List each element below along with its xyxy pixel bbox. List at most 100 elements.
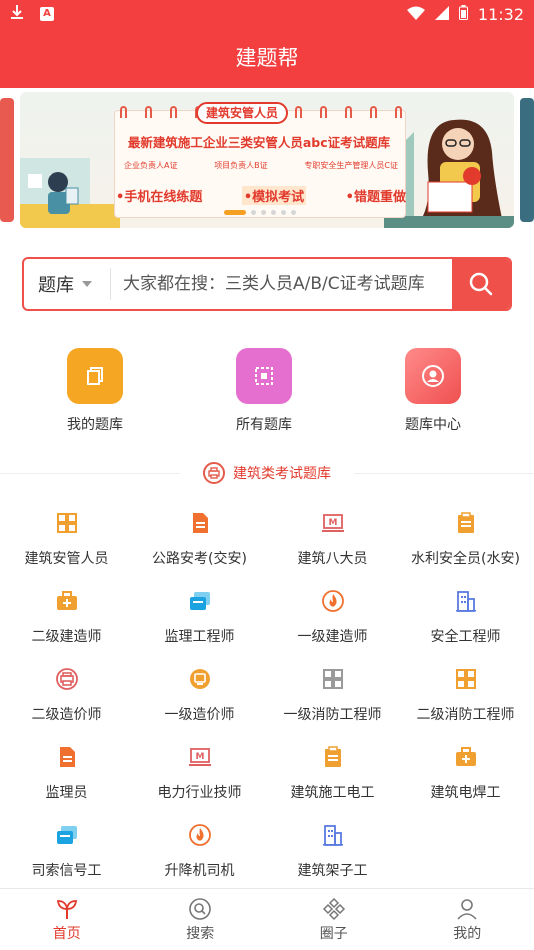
nav-label: 我的 [453, 925, 482, 942]
category-label: 二级消防工程师 [416, 707, 515, 723]
printer-icon [203, 462, 225, 484]
quick-entry-label: 我的题库 [67, 417, 123, 433]
category-item[interactable]: 一级造价师 [133, 666, 266, 736]
carousel-dot[interactable] [251, 210, 256, 215]
search-input[interactable] [111, 259, 452, 309]
quick-entry-label: 所有题库 [236, 417, 292, 433]
banner-slide[interactable]: 建筑安管人员 最新建筑施工企业三类安管人员abc证考试题库 企业负责人A证 项目… [20, 92, 514, 228]
category-item[interactable]: 建筑电焊工 [399, 744, 532, 814]
quick-entry-all-banks[interactable]: 所有题库 [194, 348, 334, 434]
medkit-icon [453, 744, 479, 770]
sprout-icon [56, 899, 77, 919]
category-label: 安全工程师 [430, 629, 501, 645]
status-bar: A 11:32 [0, 0, 534, 28]
category-label: 建筑架子工 [297, 863, 368, 879]
person-icon [457, 898, 477, 920]
category-item[interactable]: 安全工程师 [399, 588, 532, 658]
svg-text:M: M [328, 518, 337, 528]
nav-label: 首页 [52, 925, 81, 942]
clock-time: 11:32 [477, 4, 524, 24]
carousel-dot[interactable] [261, 210, 266, 215]
banner-carousel[interactable]: 建筑安管人员 最新建筑施工企业三类安管人员abc证考试题库 企业负责人A证 项目… [0, 92, 534, 228]
coin-icon [187, 666, 213, 692]
category-label: 二级造价师 [31, 707, 102, 723]
quick-entry-my-banks[interactable]: 我的题库 [25, 348, 165, 434]
notification-badge-icon: A [40, 7, 54, 21]
building-icon [320, 822, 346, 848]
search-button[interactable] [452, 259, 510, 309]
category-label: 二级建造师 [31, 629, 102, 645]
carousel-dot[interactable] [224, 210, 246, 215]
banner-features: •手机在线练题 •模拟考试 •错题重做 [116, 186, 406, 205]
cards-icon [54, 822, 80, 848]
quick-entry-label: 题库中心 [405, 417, 461, 433]
banner-subtitle: 专职安全生产管理人员C证 [304, 161, 398, 170]
m-board-icon: M [320, 510, 346, 536]
carousel-dot[interactable] [271, 210, 276, 215]
category-label: 监理工程师 [164, 629, 235, 645]
category-item[interactable]: 建筑施工电工 [266, 744, 399, 814]
category-label: 司索信号工 [31, 863, 102, 879]
category-label: 升降机司机 [164, 863, 235, 879]
grid-square-icon [236, 348, 292, 404]
divider-line [354, 473, 534, 474]
nav-circle[interactable]: 圈子 [267, 889, 401, 950]
search-icon [469, 272, 493, 296]
category-item[interactable]: 升降机司机 [133, 822, 266, 892]
carousel-indicator [224, 210, 296, 215]
category-label: 公路安考(交安) [152, 551, 247, 567]
category-item[interactable]: 二级建造师 [0, 588, 133, 658]
category-item[interactable]: 监理员 [0, 744, 133, 814]
section-title: 建筑类考试题库 [233, 466, 331, 482]
banner-subtitles: 企业负责人A证 项目负责人B证 专职安全生产管理人员C证 [124, 160, 398, 171]
banner-feature: •模拟考试 [241, 186, 307, 205]
category-item[interactable]: 水利安全员(水安) [399, 510, 532, 580]
category-label: 监理员 [45, 785, 88, 801]
app-screen: A 11:32 建题帮 建筑安管人员 最新建筑施工企业三类安管人员abc证考试题… [0, 0, 534, 950]
document-icon [54, 744, 80, 770]
flame-icon [187, 822, 213, 848]
category-label: 一级建造师 [297, 629, 368, 645]
category-item[interactable]: 二级消防工程师 [399, 666, 532, 736]
building-icon [453, 588, 479, 614]
category-item[interactable]: 建筑安管人员 [0, 510, 133, 580]
nav-profile[interactable]: 我的 [401, 889, 534, 950]
carousel-dot[interactable] [281, 210, 286, 215]
category-item[interactable]: 公路安考(交安) [133, 510, 266, 580]
category-item[interactable]: 监理工程师 [133, 588, 266, 658]
reading-boy-illustration [20, 158, 120, 228]
nav-label: 圈子 [319, 925, 348, 942]
banner-prev-peek[interactable] [0, 98, 14, 222]
page-title: 建题帮 [0, 28, 534, 88]
category-item[interactable]: 一级建造师 [266, 588, 399, 658]
nav-search[interactable]: 搜索 [134, 889, 268, 950]
banner-feature: •错题重做 [345, 190, 406, 205]
quick-entry-bank-center[interactable]: 题库中心 [363, 348, 503, 434]
nav-home[interactable]: 首页 [0, 889, 134, 950]
category-item[interactable]: 司索信号工 [0, 822, 133, 892]
medkit-icon [54, 588, 80, 614]
carousel-dot[interactable] [291, 210, 296, 215]
m-board-icon: M [187, 744, 213, 770]
search-scope-label: 题库 [38, 275, 74, 296]
banner-tag: 建筑安管人员 [196, 102, 289, 124]
banner-subtitle: 企业负责人A证 [124, 161, 178, 170]
category-label: 建筑施工电工 [290, 785, 375, 801]
search-scope-dropdown[interactable]: 题库 [24, 259, 110, 309]
category-item[interactable]: M 建筑八大员 [266, 510, 399, 580]
banner-feature: •手机在线练题 [116, 190, 203, 205]
copy-icon [67, 348, 123, 404]
category-item[interactable]: M 电力行业技师 [133, 744, 266, 814]
diamond-cluster-icon [322, 897, 345, 920]
user-circle-icon [405, 348, 461, 404]
category-label: 一级消防工程师 [283, 707, 382, 723]
category-item[interactable]: 二级造价师 [0, 666, 133, 736]
category-label: 建筑电焊工 [430, 785, 501, 801]
category-item[interactable]: 一级消防工程师 [266, 666, 399, 736]
category-item[interactable]: 建筑架子工 [266, 822, 399, 892]
download-icon [10, 4, 24, 24]
banner-next-peek[interactable] [520, 98, 534, 222]
search-icon [189, 897, 212, 920]
banner-title: 最新建筑施工企业三类安管人员abc证考试题库 [127, 135, 391, 150]
wifi-icon [406, 5, 425, 24]
